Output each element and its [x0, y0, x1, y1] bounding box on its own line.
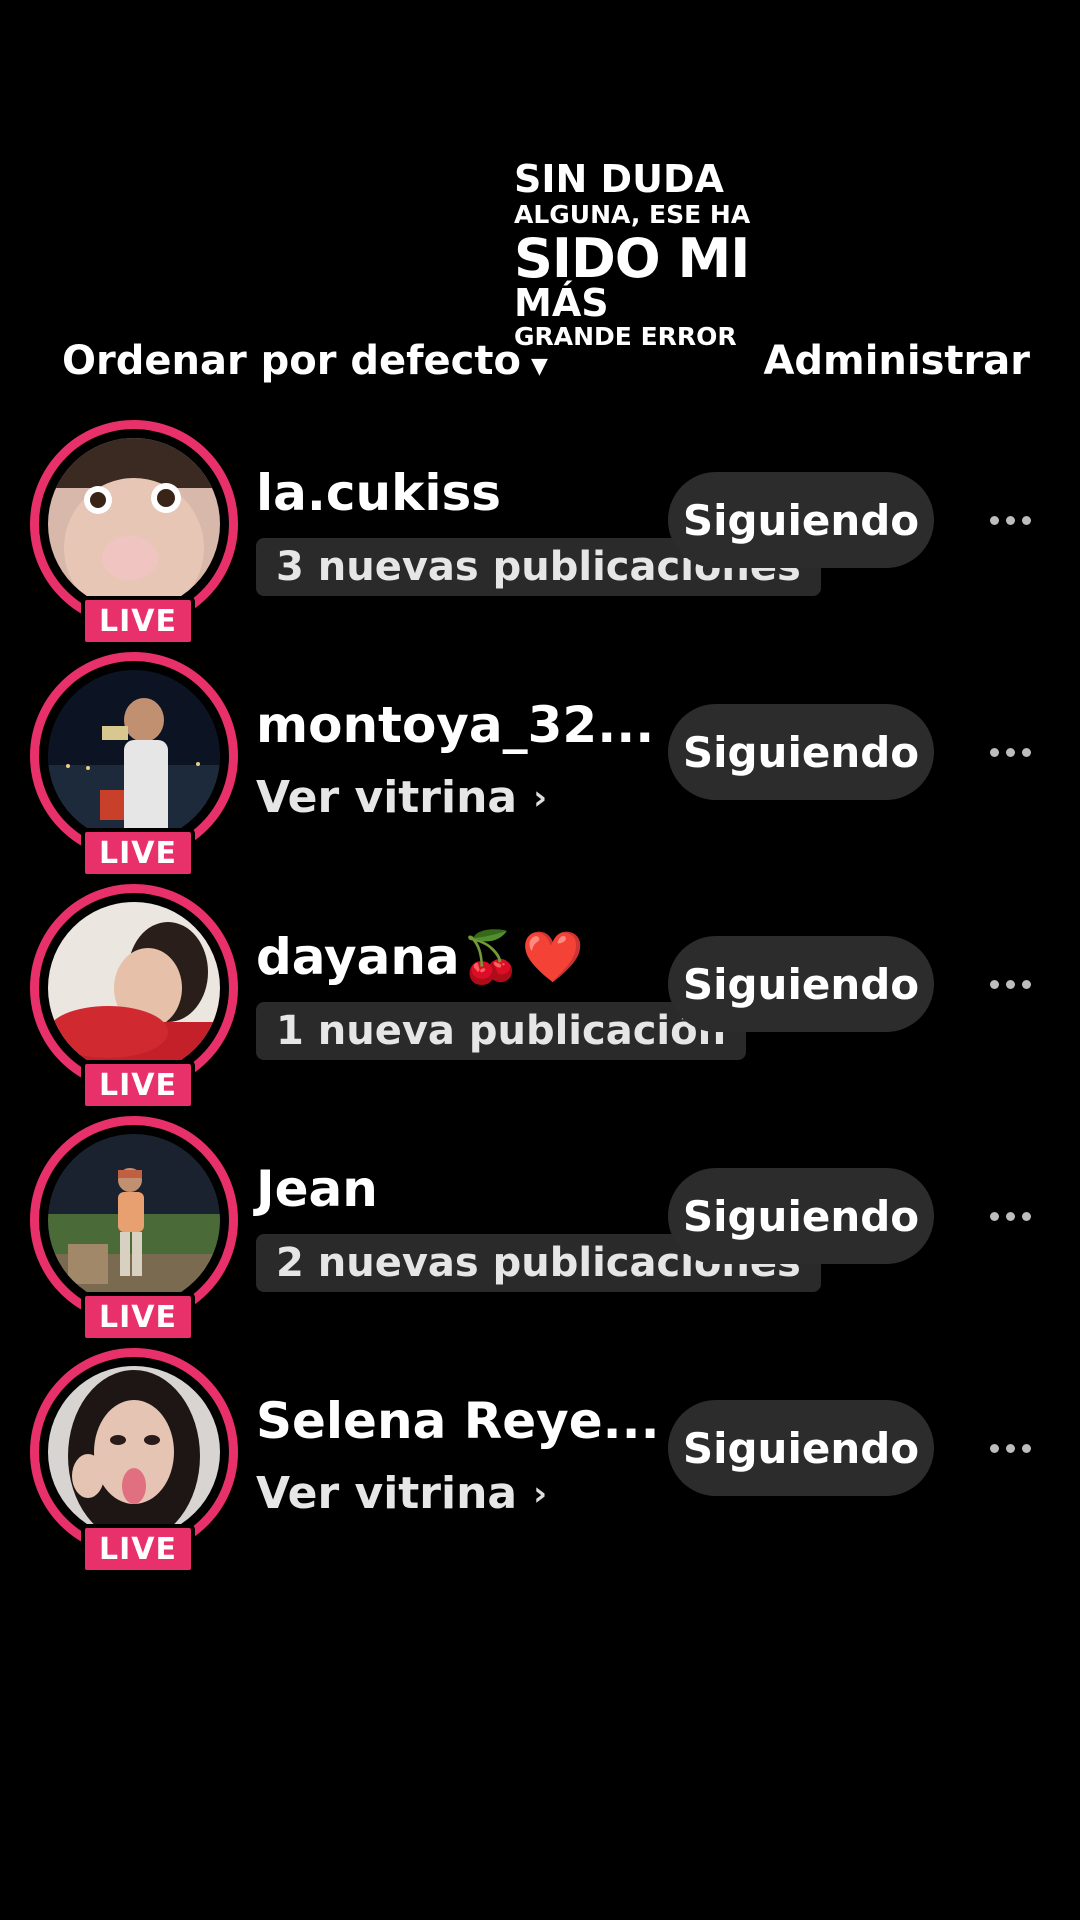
account-name[interactable]: dayana🍒❤️ — [256, 928, 584, 987]
following-button[interactable]: Siguiendo — [668, 1168, 934, 1264]
live-badge: LIVE — [81, 1524, 195, 1574]
new-posts-pill[interactable]: 1 nueva publicación — [256, 1002, 747, 1060]
view-showcase-label: Ver vitrina — [256, 1468, 518, 1519]
chevron-right-icon: › — [533, 1473, 548, 1514]
view-showcase-label: Ver vitrina — [256, 772, 518, 823]
view-showcase-link[interactable]: Ver vitrina › — [256, 1468, 547, 1519]
account-name[interactable]: la.cukiss — [256, 464, 501, 522]
overlay-line-3: SIDO MI — [514, 227, 750, 290]
live-badge: LIVE — [81, 596, 195, 646]
chevron-down-icon: ▼ — [530, 353, 548, 379]
following-button[interactable]: Siguiendo — [668, 704, 934, 800]
more-options-icon[interactable] — [980, 964, 1040, 1004]
overlay-line-1: SIN DUDA — [514, 157, 724, 201]
list-item[interactable]: LIVE montoya_32... Ver vitrina › Siguien… — [0, 652, 1080, 884]
more-options-icon[interactable] — [980, 732, 1040, 772]
live-badge: LIVE — [81, 1060, 195, 1110]
account-name[interactable]: Jean — [256, 1160, 378, 1218]
live-badge: LIVE — [81, 1292, 195, 1342]
avatar — [48, 438, 220, 610]
more-options-icon[interactable] — [980, 1196, 1040, 1236]
live-badge: LIVE — [81, 828, 195, 878]
sort-dropdown[interactable]: Ordenar por defecto ▼ — [62, 338, 548, 384]
list-item[interactable]: LIVE Selena Reye... Ver vitrina › Siguie… — [0, 1348, 1080, 1580]
more-options-icon[interactable] — [980, 1428, 1040, 1468]
following-button[interactable]: Siguiendo — [668, 1400, 934, 1496]
list-item[interactable]: LIVE la.cukiss 3 nuevas publicaciones Si… — [0, 420, 1080, 652]
list-item[interactable]: LIVE dayana🍒❤️ 1 nueva publicación Sigui… — [0, 884, 1080, 1116]
account-name[interactable]: Selena Reye... — [256, 1392, 660, 1450]
sort-label: Ordenar por defecto — [62, 338, 521, 384]
avatar — [48, 1366, 220, 1538]
manage-button[interactable]: Administrar — [763, 338, 1030, 384]
avatar — [48, 902, 220, 1074]
overlay-line-5: GRANDE ERROR — [514, 322, 737, 351]
account-name[interactable]: montoya_32... — [256, 696, 654, 754]
following-list: LIVE la.cukiss 3 nuevas publicaciones Si… — [0, 420, 1080, 1580]
following-button[interactable]: Siguiendo — [668, 936, 934, 1032]
view-showcase-link[interactable]: Ver vitrina › — [256, 772, 547, 823]
avatar — [48, 670, 220, 842]
more-options-icon[interactable] — [980, 500, 1040, 540]
avatar — [48, 1134, 220, 1306]
list-item[interactable]: LIVE Jean 2 nuevas publicaciones Siguien… — [0, 1116, 1080, 1348]
overlay-caption: SIN DUDA ALGUNA, ESE HA SIDO MI MÁS GRAN… — [514, 160, 750, 354]
following-button[interactable]: Siguiendo — [668, 472, 934, 568]
chevron-right-icon: › — [533, 777, 548, 818]
